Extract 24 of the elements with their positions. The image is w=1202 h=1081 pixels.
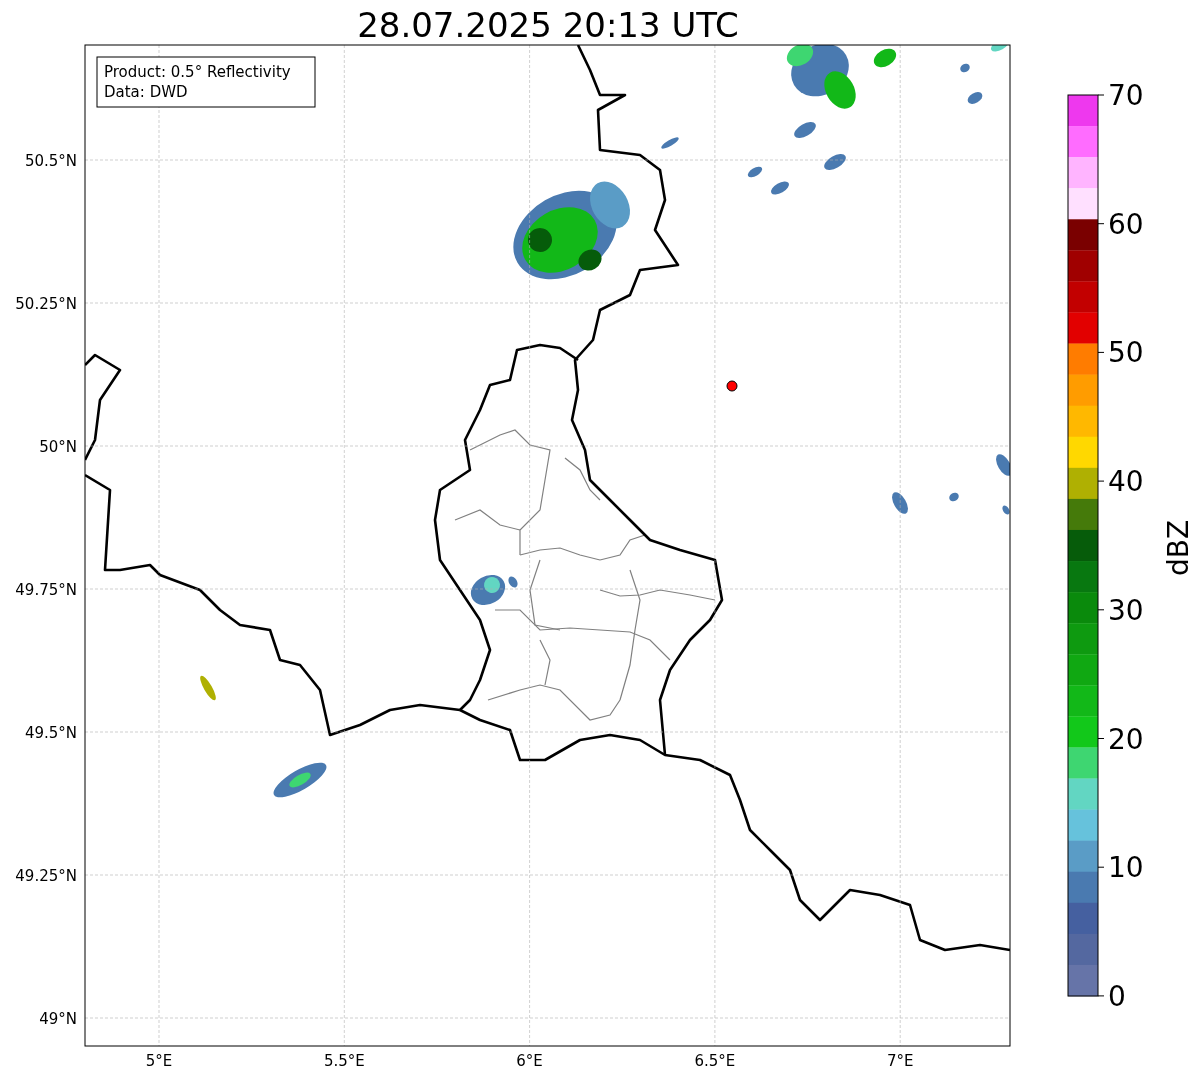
axis-tick-label: 7°E [886, 1052, 914, 1070]
axis-tick-label: 50°N [39, 438, 77, 456]
colorbar-tick-label: 30 [1108, 593, 1144, 627]
axis-tick-label: 6.5°E [694, 1052, 736, 1070]
chart-title: 28.07.2025 20:13 UTC [357, 5, 739, 45]
axis-tick-label: 49.75°N [15, 581, 77, 599]
axis-tick-label: 50.5°N [24, 152, 77, 170]
axis-tick-label: 50.25°N [15, 295, 77, 313]
axis-tick-label: 49.25°N [15, 867, 77, 885]
colorbar-label: dBZ [1162, 519, 1195, 577]
axis-tick-label: 5°E [145, 1052, 173, 1070]
info-text: Product: 0.5° Reflectivity [104, 63, 291, 81]
info-text: Data: DWD [104, 83, 188, 101]
axis-tick-label: 49.5°N [24, 724, 77, 742]
axis-tick-label: 49°N [39, 1010, 77, 1028]
colorbar-tick-label: 70 [1108, 79, 1144, 112]
colorbar-tick-label: 50 [1108, 336, 1144, 370]
colorbar-tick-label: 20 [1108, 722, 1144, 756]
axis-tick-label: 6°E [516, 1052, 543, 1070]
colorbar-tick-label: 40 [1108, 465, 1144, 499]
colorbar-tick-label: 60 [1108, 207, 1144, 241]
colorbar-tick-label: 10 [1108, 851, 1144, 885]
axis-tick-label: 5.5°E [323, 1052, 365, 1070]
colorbar-tick-label: 0 [1108, 979, 1126, 1013]
